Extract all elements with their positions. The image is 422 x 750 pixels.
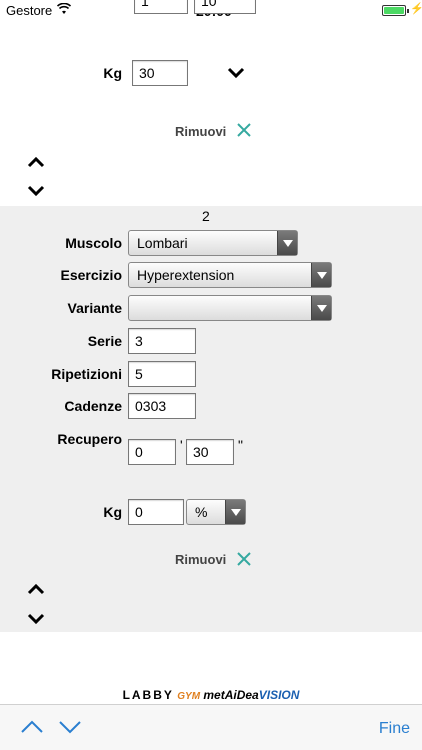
wifi-icon [57, 3, 71, 14]
esercizio-value: Hyperextension [137, 267, 235, 283]
gym-logo: GYM [177, 691, 201, 702]
kg-input[interactable]: 30 [132, 60, 188, 86]
dropdown-arrow-icon [311, 296, 331, 320]
previous-field-icon[interactable] [20, 719, 44, 735]
move-up-icon[interactable] [26, 582, 46, 596]
previous-value-field-2[interactable]: 10 [194, 0, 256, 14]
dropdown-arrow-icon [225, 500, 245, 524]
ripetizioni-input[interactable]: 5 [128, 361, 196, 387]
kg-label: Kg [103, 65, 122, 81]
close-icon[interactable] [236, 551, 252, 567]
charging-icon: ⚡ [410, 3, 422, 15]
seconds-mark: " [238, 437, 243, 453]
keyboard-toolbar: Fine [0, 704, 422, 750]
cadenze-input[interactable]: 0303 [128, 393, 196, 419]
muscolo-value: Lombari [137, 235, 188, 251]
dropdown-arrow-icon [277, 231, 297, 255]
close-icon[interactable] [236, 122, 252, 138]
move-down-icon[interactable] [26, 612, 46, 626]
chevron-down-icon[interactable] [226, 66, 246, 80]
recupero-seconds-input[interactable]: 30 [186, 439, 234, 465]
ripetizioni-label: Ripetizioni [51, 366, 122, 382]
remove-button-label-2[interactable]: Rimuovi [175, 552, 226, 567]
vision-logo: VISION [258, 688, 300, 702]
minutes-mark: ' [180, 437, 183, 453]
muscolo-select[interactable]: Lombari [128, 230, 298, 256]
done-button[interactable]: Fine [379, 720, 410, 738]
dropdown-arrow-icon [311, 263, 331, 287]
brand-footer: LABBY GYM metAiDeaVISION [0, 688, 422, 702]
next-field-icon[interactable] [58, 719, 82, 735]
variante-label: Variante [67, 300, 122, 316]
kg-unit-select[interactable]: % [186, 499, 246, 525]
move-down-icon[interactable] [26, 184, 46, 198]
variante-select[interactable] [128, 295, 332, 321]
battery-icon [382, 5, 409, 16]
carrier-name: Gestore [6, 3, 53, 18]
esercizio-select[interactable]: Hyperextension [128, 262, 332, 288]
previous-value-field[interactable]: 1 [134, 0, 188, 14]
cadenze-label: Cadenze [64, 398, 122, 414]
recupero-minutes-input[interactable]: 0 [128, 439, 176, 465]
kg-label-2: Kg [103, 504, 122, 520]
serie-label: Serie [87, 333, 122, 349]
recupero-label: Recupero [57, 431, 122, 447]
labby-logo: LABBY [122, 688, 174, 702]
metaidea-logo: metAiDea [203, 688, 259, 702]
remove-button-label[interactable]: Rimuovi [175, 124, 226, 139]
serie-input[interactable]: 3 [128, 328, 196, 354]
muscolo-label: Muscolo [65, 235, 122, 251]
exercise-index: 2 [202, 208, 210, 224]
kg-input-2[interactable]: 0 [128, 499, 184, 525]
esercizio-label: Esercizio [60, 267, 122, 283]
kg-unit-value: % [195, 504, 208, 520]
move-up-icon[interactable] [26, 155, 46, 169]
